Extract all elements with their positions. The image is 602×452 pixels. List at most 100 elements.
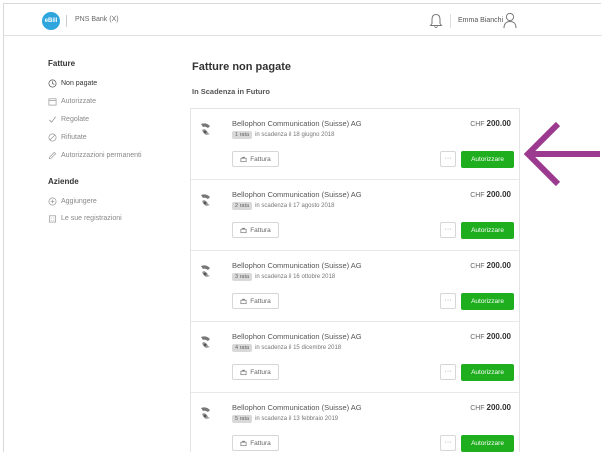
bellophon-logo-icon	[201, 407, 210, 419]
section-subtitle: In Scadenza in Futuro	[192, 87, 270, 96]
invoice-row[interactable]: Bellophon Communication (Suisse) AG 4 ra…	[191, 322, 519, 393]
rata-badge: 3 rata	[232, 273, 253, 281]
clock-icon	[48, 79, 57, 88]
amount-value: 200.00	[486, 332, 511, 341]
fattura-button[interactable]: Fattura	[232, 435, 279, 451]
due-info: 2 rata in scadenza il 17 agosto 2018	[232, 202, 334, 210]
amount-value: 200.00	[486, 403, 511, 412]
more-button[interactable]: ···	[440, 151, 456, 167]
ebill-logo[interactable]: eBill	[42, 12, 60, 30]
invoice-row[interactable]: Bellophon Communication (Suisse) AG 3 ra…	[191, 251, 519, 322]
sidebar-item-label: Autorizzazioni permanenti	[61, 152, 142, 159]
currency: CHF	[470, 192, 485, 199]
company-name: Bellophon Communication (Suisse) AG	[232, 261, 362, 270]
fattura-label: Fattura	[250, 439, 271, 447]
sidebar-item-non-pagate[interactable]: Non pagate	[48, 79, 97, 88]
authorize-button[interactable]: Autorizzare	[461, 293, 514, 310]
plus-circle-icon	[48, 197, 57, 206]
ban-icon	[48, 133, 57, 142]
company-name: Bellophon Communication (Suisse) AG	[232, 119, 362, 128]
rata-badge: 5 rata	[232, 415, 253, 423]
more-button[interactable]: ···	[440, 364, 456, 380]
app-window: eBill PNS Bank (X) Emma Bianchi Fatture …	[3, 3, 602, 452]
header-divider-2	[450, 14, 451, 28]
sidebar-item-autorizzazioni-permanenti[interactable]: Autorizzazioni permanenti	[48, 151, 142, 160]
due-date: in scadenza il 15 dicembre 2018	[255, 345, 342, 351]
invoice-list: Bellophon Communication (Suisse) AG 1 ra…	[190, 108, 520, 452]
rata-badge: 1 rata	[232, 131, 253, 139]
header-divider	[66, 15, 67, 27]
company-name: Bellophon Communication (Suisse) AG	[232, 190, 362, 199]
amount-value: 200.00	[486, 190, 511, 199]
sidebar-item-label: Rifiutate	[61, 134, 87, 141]
more-button[interactable]: ···	[440, 222, 456, 238]
sidebar-item-rifiutate[interactable]: Rifiutate	[48, 133, 87, 142]
sidebar-item-label: Aggiungere	[61, 198, 97, 205]
more-button[interactable]: ···	[440, 293, 456, 309]
sidebar-item-autorizzate[interactable]: Autorizzate	[48, 97, 96, 106]
authorize-button[interactable]: Autorizzare	[461, 364, 514, 381]
user-icon[interactable]	[503, 12, 517, 29]
sidebar-item-aggiungere[interactable]: Aggiungere	[48, 197, 97, 206]
document-icon	[240, 298, 247, 304]
top-header: eBill PNS Bank (X) Emma Bianchi	[4, 4, 602, 36]
invoice-amount: CHF 200.00	[470, 261, 511, 270]
authorize-button[interactable]: Autorizzare	[461, 222, 514, 239]
document-icon	[240, 156, 247, 162]
invoice-row[interactable]: Bellophon Communication (Suisse) AG 2 ra…	[191, 180, 519, 251]
more-button[interactable]: ···	[440, 435, 456, 451]
sidebar-item-label: Non pagate	[61, 80, 98, 87]
amount-value: 200.00	[486, 261, 511, 270]
user-name[interactable]: Emma Bianchi	[458, 17, 503, 24]
bank-name: PNS Bank (X)	[75, 16, 119, 23]
due-info: 4 rata in scadenza il 15 dicembre 2018	[232, 344, 341, 352]
company-name: Bellophon Communication (Suisse) AG	[232, 332, 362, 341]
invoice-row[interactable]: Bellophon Communication (Suisse) AG 5 ra…	[191, 393, 519, 452]
bellophon-logo-icon	[201, 265, 210, 277]
invoice-row[interactable]: Bellophon Communication (Suisse) AG 1 ra…	[191, 109, 519, 180]
due-date: in scadenza il 16 ottobre 2018	[255, 274, 336, 280]
document-icon	[240, 440, 247, 446]
invoice-amount: CHF 200.00	[470, 332, 511, 341]
sidebar-section-aziende: Aziende	[48, 177, 79, 186]
sidebar-item-registrazioni[interactable]: Le sue registrazioni	[48, 214, 122, 223]
authorize-button[interactable]: Autorizzare	[461, 435, 514, 452]
authorize-button[interactable]: Autorizzare	[461, 151, 514, 168]
document-icon	[240, 227, 247, 233]
sidebar-item-regolate[interactable]: Regolate	[48, 115, 89, 124]
invoice-amount: CHF 200.00	[470, 403, 511, 412]
due-info: 3 rata in scadenza il 16 ottobre 2018	[232, 273, 335, 281]
document-icon	[240, 369, 247, 375]
sidebar-item-label: Regolate	[61, 116, 90, 123]
due-date: in scadenza il 13 febbraio 2019	[255, 416, 339, 422]
fattura-button[interactable]: Fattura	[232, 222, 279, 238]
currency: CHF	[470, 405, 485, 412]
fattura-button[interactable]: Fattura	[232, 364, 279, 380]
due-date: in scadenza il 18 giugno 2018	[255, 132, 335, 138]
fattura-button[interactable]: Fattura	[232, 151, 279, 167]
sidebar-item-label: Le sue registrazioni	[61, 215, 122, 222]
sidebar-item-label: Autorizzate	[61, 98, 97, 105]
amount-value: 200.00	[486, 119, 511, 128]
annotation-arrow-icon	[523, 121, 600, 187]
currency: CHF	[470, 263, 485, 270]
bellophon-logo-icon	[201, 194, 210, 206]
fattura-label: Fattura	[250, 297, 271, 305]
currency: CHF	[470, 334, 485, 341]
calendar-icon	[48, 98, 57, 106]
rata-badge: 4 rata	[232, 344, 253, 352]
bell-icon[interactable]	[429, 13, 443, 29]
invoice-amount: CHF 200.00	[470, 190, 511, 199]
due-info: 5 rata in scadenza il 13 febbraio 2019	[232, 415, 338, 423]
sidebar-section-fatture: Fatture	[48, 59, 76, 68]
currency: CHF	[470, 121, 485, 128]
rata-badge: 2 rata	[232, 202, 253, 210]
fattura-label: Fattura	[250, 226, 271, 234]
page-title: Fatture non pagate	[192, 61, 292, 73]
due-date: in scadenza il 17 agosto 2018	[255, 203, 335, 209]
bellophon-logo-icon	[201, 123, 210, 135]
fattura-button[interactable]: Fattura	[232, 293, 279, 309]
building-icon	[48, 215, 57, 223]
fattura-label: Fattura	[250, 155, 271, 163]
company-name: Bellophon Communication (Suisse) AG	[232, 403, 362, 412]
